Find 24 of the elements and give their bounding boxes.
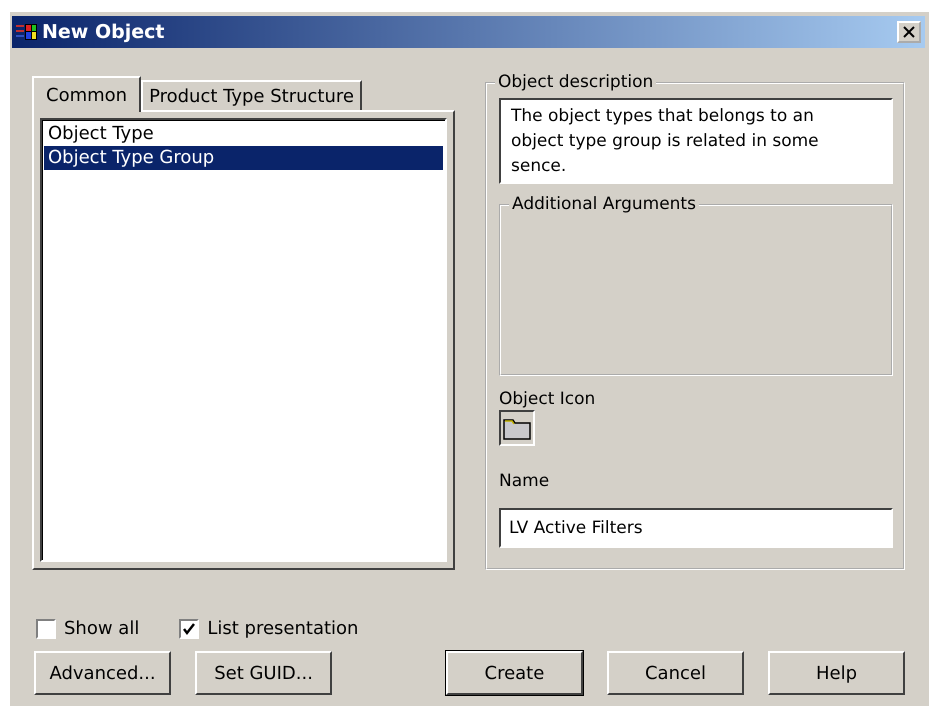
group-label: Object description <box>495 72 656 92</box>
field-label: Object Icon <box>499 388 596 410</box>
checkbox-label: List presentation <box>207 618 358 639</box>
list-item[interactable]: Object Type <box>44 122 443 146</box>
close-icon <box>903 26 915 38</box>
icon-button[interactable] <box>499 410 535 446</box>
name-field[interactable]: LV Active Filters <box>499 508 893 548</box>
group-label: Additional Arguments <box>509 194 699 214</box>
dialog-button[interactable]: Set GUID... <box>195 651 332 695</box>
app-icon <box>16 22 38 42</box>
dialog-button[interactable]: Advanced... <box>34 651 172 695</box>
window-title: New Object <box>42 21 166 43</box>
dialog-button[interactable]: Cancel <box>606 651 744 695</box>
checkbox[interactable] <box>36 618 56 638</box>
checkbox-label: Show all <box>64 618 140 639</box>
dialog-button[interactable]: Help <box>768 651 906 695</box>
description-box: The object types that belongs to an object type group is related in some sence. <box>499 98 893 184</box>
dialog-button[interactable]: Create <box>446 651 583 695</box>
checkbox[interactable] <box>179 618 200 638</box>
close-button[interactable] <box>897 21 921 43</box>
list-item[interactable]: Object Type Group <box>44 146 443 170</box>
tab[interactable]: Product Type Structure <box>141 80 362 110</box>
field-label: Name <box>499 470 550 492</box>
tab[interactable]: Common <box>32 76 142 112</box>
